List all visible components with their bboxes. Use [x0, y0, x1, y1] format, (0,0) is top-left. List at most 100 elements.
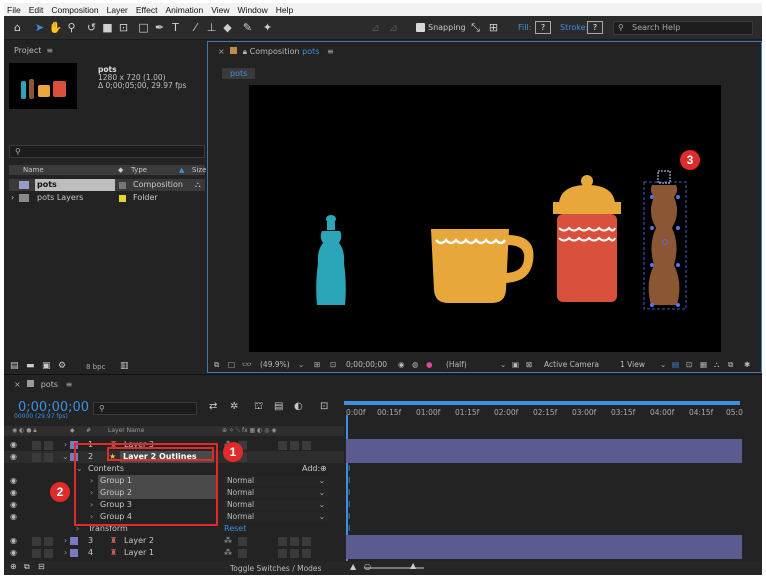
layer-bar-2[interactable] — [346, 451, 742, 463]
layer-name-column[interactable]: Layer Name — [108, 426, 144, 436]
switch[interactable] — [290, 441, 299, 450]
layer-bar-1[interactable] — [346, 439, 742, 451]
expand-arrow-icon[interactable]: › — [64, 439, 67, 451]
hand-tool-icon[interactable]: ✋ — [48, 20, 63, 35]
brush-tool-icon[interactable]: ⁄ — [188, 20, 203, 35]
switch[interactable] — [290, 549, 299, 558]
collapse-arrow-icon[interactable]: ⌄ — [62, 451, 69, 463]
always-preview-icon[interactable]: ⧉ — [214, 360, 219, 370]
motion-blur-icon[interactable]: ◐ — [294, 401, 303, 412]
blend-mode-select[interactable]: Normal ⌄ — [224, 476, 328, 486]
resolution-select[interactable]: (Half) — [446, 360, 467, 369]
lock-switch[interactable] — [44, 453, 53, 462]
quality-switch[interactable] — [238, 549, 247, 558]
reset-link[interactable]: Reset — [224, 523, 246, 535]
timeline-icon[interactable]: ⧉ — [728, 360, 733, 370]
eye-icon[interactable]: ◉ — [10, 439, 17, 451]
switch[interactable] — [278, 441, 287, 450]
switch[interactable] — [302, 549, 311, 558]
blend-mode-select[interactable]: Normal ⌄ — [224, 512, 328, 522]
solo-switch[interactable] — [32, 453, 41, 462]
panel-menu-icon[interactable]: ≡ — [46, 46, 53, 55]
align-icon[interactable]: ⊿ — [368, 20, 383, 35]
project-search-input[interactable]: ⚲ — [9, 145, 205, 158]
lock-icon[interactable]: 🔒︎ — [243, 47, 247, 56]
col-name[interactable]: Name — [23, 165, 44, 175]
toggle-switches-modes[interactable]: Toggle Switches / Modes — [230, 564, 321, 573]
menu-composition[interactable]: Composition — [51, 5, 98, 15]
menu-view[interactable]: View — [211, 5, 229, 15]
comp-viewer-tab[interactable]: pots — [222, 68, 256, 79]
rotate-tool-icon[interactable]: ↺ — [84, 20, 99, 35]
rectangle-tool-icon[interactable]: □ — [136, 20, 151, 35]
switch[interactable] — [278, 549, 287, 558]
col-size[interactable]: Size — [192, 165, 206, 175]
bit-depth-label[interactable]: 8 bpc — [86, 363, 105, 371]
solo-switch[interactable] — [32, 441, 41, 450]
fit-icon[interactable]: □ — [228, 360, 235, 369]
roto-brush-tool-icon[interactable]: ✎ — [240, 20, 255, 35]
solo-switch[interactable] — [32, 549, 41, 558]
quality-switch[interactable] — [238, 537, 247, 546]
camera-select[interactable]: Active Camera — [544, 360, 599, 369]
color-channel-icon[interactable]: ● — [426, 360, 433, 369]
snap-grid-icon[interactable]: ⊞ — [486, 20, 501, 35]
draft-3d-icon[interactable]: ✲ — [230, 401, 238, 412]
yellow-cup[interactable] — [431, 229, 534, 303]
switch[interactable] — [302, 537, 311, 546]
menu-effect[interactable]: Effect — [136, 5, 158, 15]
reset-exposure-icon[interactable]: ⊡ — [686, 360, 692, 369]
clone-stamp-tool-icon[interactable]: ⊥ — [204, 20, 219, 35]
type-tool-icon[interactable]: T — [168, 20, 183, 35]
eye-icon[interactable]: ◉ — [10, 475, 17, 487]
project-panel-tab[interactable]: Project ≡ — [4, 44, 53, 58]
view-options-icon[interactable]: ▤ — [672, 360, 679, 369]
exposure-icon[interactable]: ✱ — [744, 360, 750, 369]
menu-animation[interactable]: Animation — [165, 5, 203, 15]
chevron-down-icon[interactable]: ⌄ — [660, 360, 666, 369]
layer-row-4[interactable]: ◉ › 4 ♜ Layer 1 ⁂ — [4, 547, 344, 559]
zoom-slider-handle[interactable]: ○ — [364, 562, 371, 571]
fast-previews-icon[interactable]: ▦ — [700, 360, 707, 369]
chevron-down-icon[interactable]: ⌄ — [500, 360, 506, 369]
show-snapshot-icon[interactable]: ◍ — [412, 360, 419, 369]
expand-arrow-icon[interactable]: › — [64, 547, 67, 559]
puppet-pin-tool-icon[interactable]: ✦ — [260, 20, 275, 35]
shy-layers-icon[interactable]: ⛫ — [254, 401, 263, 414]
graph-editor-icon[interactable]: ⊡ — [320, 401, 328, 412]
zoom-in-icon[interactable]: ▲ — [410, 561, 416, 570]
menu-help[interactable]: Help — [276, 5, 293, 15]
lock-switch[interactable] — [44, 537, 53, 546]
camera-tool-icon[interactable]: ■ — [100, 20, 115, 35]
project-item-pots-layers[interactable]: › pots Layers Folder — [9, 192, 205, 204]
distribute-icon[interactable]: ⊿ — [386, 20, 401, 35]
expand-arrow-icon[interactable]: › — [64, 535, 67, 547]
composition-canvas[interactable] — [249, 85, 721, 352]
grid-icon[interactable]: ⊞ — [314, 360, 320, 369]
timeline-panel-tab[interactable]: × pots ≡ — [4, 378, 72, 392]
pen-tool-icon[interactable]: ✒ — [152, 20, 167, 35]
eraser-tool-icon[interactable]: ◆ — [220, 20, 235, 35]
menu-file[interactable]: File — [7, 5, 21, 15]
in-out-icon[interactable]: ⊟ — [38, 562, 45, 571]
layer-bar-3[interactable] — [346, 535, 742, 547]
transfer-controls-icon[interactable]: ⧉ — [24, 562, 30, 572]
close-icon[interactable]: × — [218, 47, 225, 56]
chevron-down-icon[interactable]: ⌄ — [298, 360, 304, 369]
brown-grinder-selected[interactable] — [643, 170, 687, 310]
transparency-grid-icon[interactable]: ⊠ — [526, 360, 532, 369]
close-icon[interactable]: × — [14, 380, 21, 389]
zoom-level[interactable]: (49.9%) — [260, 360, 290, 369]
blend-mode-select[interactable]: Normal ⌄ — [224, 488, 328, 498]
eye-icon[interactable]: ◉ — [10, 451, 17, 463]
comp-mini-flowchart-icon[interactable]: ⇄ — [209, 401, 217, 412]
frame-blending-icon[interactable]: ▤ — [274, 401, 283, 412]
pan-behind-tool-icon[interactable]: ⊡ — [116, 20, 131, 35]
col-type[interactable]: Type — [131, 165, 147, 175]
eye-icon[interactable]: ◉ — [10, 535, 17, 547]
new-folder-icon[interactable]: ▬ — [26, 361, 35, 371]
zoom-tool-icon[interactable]: ⚲ — [64, 20, 79, 35]
new-comp-icon[interactable]: ▣ — [42, 361, 51, 371]
layer-bar-4[interactable] — [346, 547, 742, 559]
expand-arrow-icon[interactable]: › — [11, 192, 14, 204]
